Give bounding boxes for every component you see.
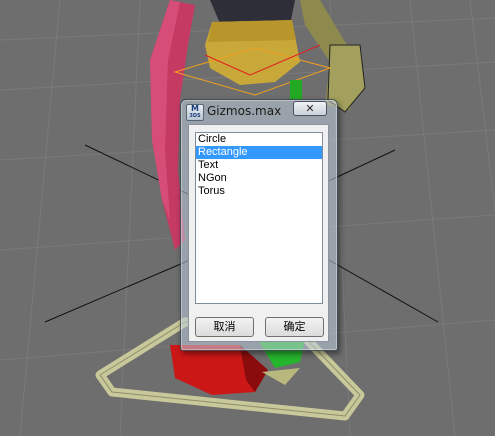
cancel-button[interactable]: 取消 xyxy=(195,317,254,337)
list-item[interactable]: Text xyxy=(196,159,322,172)
list-item[interactable]: Rectangle xyxy=(196,146,322,159)
ok-button[interactable]: 确定 xyxy=(265,317,324,337)
gizmo-type-listbox[interactable]: Circle Rectangle Text NGon Torus xyxy=(195,132,323,304)
dialog-titlebar[interactable]: M 3DS Gizmos.max ✕ xyxy=(181,100,337,122)
list-item[interactable]: Circle xyxy=(196,133,322,146)
app-icon: M 3DS xyxy=(186,104,204,121)
gizmos-dialog: M 3DS Gizmos.max ✕ Circle Rectangle Text NG… xyxy=(180,99,338,351)
app-icon-letter: M xyxy=(191,104,199,113)
close-button[interactable]: ✕ xyxy=(293,101,327,116)
dialog-client-area: Circle Rectangle Text NGon Torus 取消 确定 xyxy=(188,124,329,342)
app-icon-subtext: 3DS xyxy=(189,113,201,119)
dialog-title: Gizmos.max xyxy=(207,104,282,118)
list-item[interactable]: NGon xyxy=(196,172,322,185)
list-item[interactable]: Torus xyxy=(196,185,322,198)
close-icon: ✕ xyxy=(305,102,315,115)
